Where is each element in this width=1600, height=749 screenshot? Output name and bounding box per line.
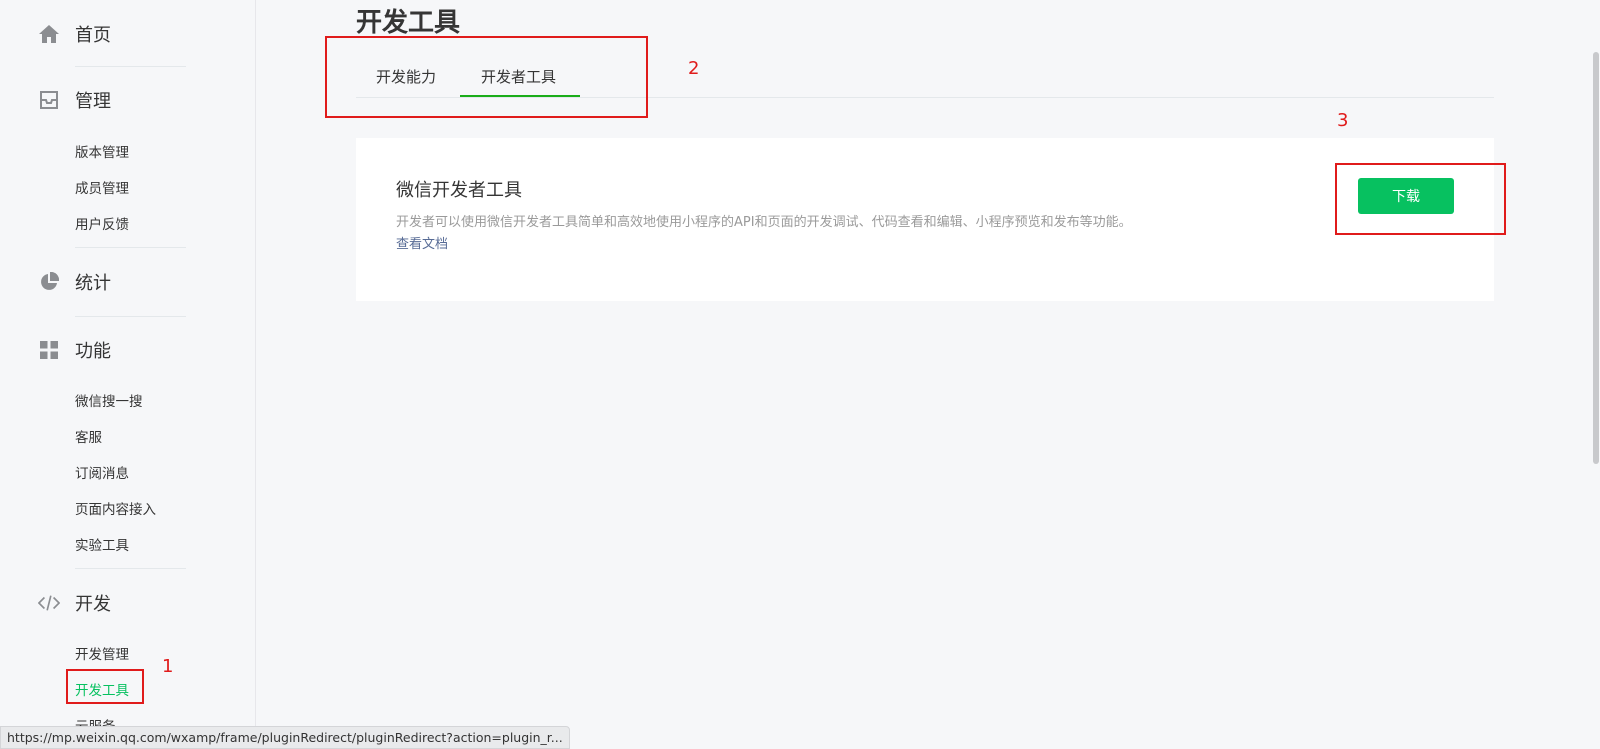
inbox-icon: [38, 89, 60, 111]
sidebar-item-label: 统计: [75, 273, 111, 294]
divider: [75, 66, 186, 67]
sidebar-item-user-feedback[interactable]: 用户反馈: [75, 213, 129, 233]
divider: [75, 568, 186, 569]
sidebar-item-wechat-search[interactable]: 微信搜一搜: [75, 390, 143, 410]
scrollbar[interactable]: [1590, 0, 1600, 749]
annotation-box-1: [66, 669, 144, 704]
sidebar-item-dev-manage[interactable]: 开发管理: [75, 643, 129, 663]
sidebar-item-label: 首页: [75, 25, 111, 46]
sidebar: 首页 管理 版本管理 成员管理 用户反馈 统计 功能 微信搜一搜 客服 订阅消息…: [0, 0, 256, 749]
view-docs-link[interactable]: 查看文档: [396, 233, 448, 252]
devtools-card: 微信开发者工具 开发者可以使用微信开发者工具简单和高效地使用小程序的API和页面…: [356, 138, 1494, 301]
sidebar-item-version-manage[interactable]: 版本管理: [75, 141, 129, 161]
divider: [75, 247, 186, 248]
card-title: 微信开发者工具: [396, 180, 522, 201]
grid-icon: [38, 339, 60, 361]
scrollbar-thumb[interactable]: [1593, 52, 1599, 464]
sidebar-item-label: 功能: [75, 341, 111, 362]
sidebar-item-member-manage[interactable]: 成员管理: [75, 177, 129, 197]
annotation-box-3: [1335, 163, 1506, 235]
status-bar-url: https://mp.weixin.qq.com/wxamp/frame/plu…: [0, 726, 570, 749]
sidebar-item-page-content[interactable]: 页面内容接入: [75, 498, 156, 518]
annotation-number-2: 2: [688, 58, 700, 79]
sidebar-item-subscribe-message[interactable]: 订阅消息: [75, 462, 129, 482]
sidebar-item-experiment-tools[interactable]: 实验工具: [75, 534, 129, 554]
pie-chart-icon: [38, 271, 60, 293]
divider: [75, 316, 186, 317]
annotation-number-3: 3: [1337, 110, 1349, 131]
sidebar-item-label: 开发: [75, 594, 111, 615]
card-description: 开发者可以使用微信开发者工具简单和高效地使用小程序的API和页面的开发调试、代码…: [396, 215, 1132, 230]
page-title: 开发工具: [356, 8, 461, 38]
code-icon: [38, 592, 60, 614]
sidebar-item-customer-service[interactable]: 客服: [75, 426, 102, 446]
annotation-box-2: [325, 36, 648, 118]
sidebar-item-label: 管理: [75, 91, 111, 112]
annotation-number-1: 1: [162, 656, 174, 677]
home-icon: [38, 23, 60, 45]
